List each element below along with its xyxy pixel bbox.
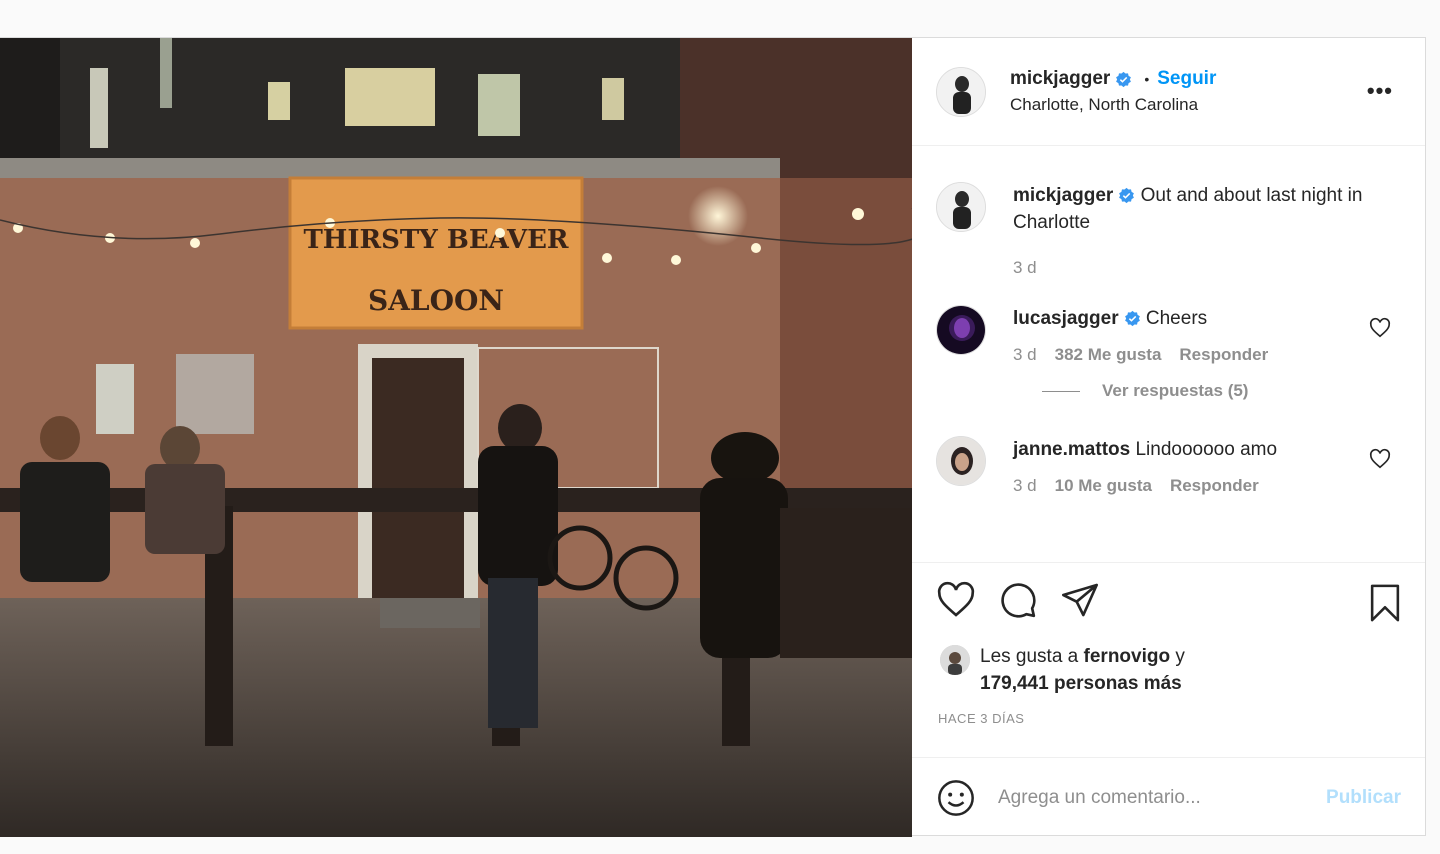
likes-suffix: y bbox=[1170, 646, 1185, 667]
sign-line1: THIRSTY BEAVER bbox=[303, 225, 568, 255]
header-text: mickjagger • Seguir Charlotte, North Car… bbox=[1010, 68, 1216, 115]
header-separator: • bbox=[1144, 71, 1150, 87]
like-heart-icon[interactable] bbox=[936, 580, 976, 620]
post-date[interactable]: HACE 3 DÍAS bbox=[912, 697, 1425, 757]
likes-summary: Les gusta a fernovigo y 179,441 personas… bbox=[912, 637, 1425, 697]
comment-icon[interactable] bbox=[998, 580, 1038, 620]
view-replies-label: Ver respuestas (5) bbox=[1102, 381, 1249, 400]
liker-avatar[interactable] bbox=[940, 645, 970, 675]
comment-item: janne.mattos Lindoooooo amo 3 d 10 Me gu… bbox=[936, 436, 1403, 496]
heart-icon[interactable] bbox=[1369, 317, 1391, 339]
comment-likes[interactable]: 382 Me gusta bbox=[1055, 345, 1162, 365]
author-avatar[interactable] bbox=[936, 66, 986, 117]
comment-avatar[interactable] bbox=[936, 305, 986, 355]
caption: mickjagger Out and about last night in C… bbox=[936, 182, 1403, 278]
author-username[interactable]: mickjagger bbox=[1010, 68, 1110, 90]
liker-avatar-image bbox=[940, 645, 970, 675]
comment-time[interactable]: 3 d bbox=[1013, 345, 1037, 365]
verified-icon bbox=[1116, 71, 1132, 87]
post-photo[interactable]: THIRSTY BEAVER SALOON bbox=[0, 38, 912, 837]
comment-text: janne.mattos Lindoooooo amo bbox=[1013, 436, 1393, 463]
comment-text: lucasjagger Cheers bbox=[1013, 305, 1393, 332]
likes-text: Les gusta a fernovigo y 179,441 personas… bbox=[980, 643, 1185, 697]
post-location[interactable]: Charlotte, North Carolina bbox=[1010, 95, 1216, 115]
smile-icon[interactable] bbox=[936, 778, 976, 818]
follow-button[interactable]: Seguir bbox=[1157, 68, 1216, 90]
reply-button[interactable]: Responder bbox=[1170, 476, 1259, 496]
likes-prefix: Les gusta a bbox=[980, 646, 1084, 667]
publish-button[interactable]: Publicar bbox=[1326, 787, 1401, 809]
saloon-photo: THIRSTY BEAVER SALOON bbox=[0, 38, 912, 837]
instagram-post: THIRSTY BEAVER SALOON mickjagger • Segui… bbox=[0, 37, 1426, 837]
caption-meta: 3 d bbox=[1013, 258, 1393, 278]
comment-likes[interactable]: 10 Me gusta bbox=[1055, 476, 1152, 496]
comment-time[interactable]: 3 d bbox=[1013, 476, 1037, 496]
liker-username[interactable]: fernovigo bbox=[1084, 646, 1171, 667]
comment-username[interactable]: janne.mattos bbox=[1013, 439, 1130, 460]
caption-avatar[interactable] bbox=[936, 182, 986, 232]
caption-text: mickjagger Out and about last night in C… bbox=[1013, 182, 1393, 236]
add-comment-bar: Agrega un comentario... Publicar bbox=[912, 757, 1425, 837]
caption-body: mickjagger Out and about last night in C… bbox=[1013, 182, 1393, 278]
comment-input[interactable]: Agrega un comentario... bbox=[998, 787, 1201, 809]
heart-icon[interactable] bbox=[1369, 448, 1391, 470]
comment-meta: 3 d 10 Me gusta Responder bbox=[1013, 476, 1393, 496]
sign-line2: SALOON bbox=[368, 284, 504, 317]
comments-section: mickjagger Out and about last night in C… bbox=[912, 146, 1425, 562]
author-avatar-image bbox=[937, 67, 985, 116]
comment-content: Lindoooooo amo bbox=[1135, 439, 1278, 460]
action-bar bbox=[912, 562, 1425, 637]
comment-avatar[interactable] bbox=[936, 436, 986, 486]
bookmark-icon[interactable] bbox=[1367, 583, 1403, 623]
replies-line bbox=[1042, 390, 1080, 392]
comment-item: lucasjagger Cheers 3 d 382 Me gusta Resp… bbox=[936, 305, 1403, 365]
comment-body: lucasjagger Cheers 3 d 382 Me gusta Resp… bbox=[1013, 305, 1393, 365]
post-header: mickjagger • Seguir Charlotte, North Car… bbox=[912, 38, 1425, 146]
comment-body: janne.mattos Lindoooooo amo 3 d 10 Me gu… bbox=[1013, 436, 1393, 496]
view-replies-button[interactable]: Ver respuestas (5) bbox=[1042, 381, 1403, 401]
caption-time[interactable]: 3 d bbox=[1013, 258, 1037, 278]
comment-avatar-image bbox=[937, 306, 985, 354]
caption-username[interactable]: mickjagger bbox=[1013, 185, 1113, 206]
comment-avatar-image bbox=[937, 437, 985, 485]
more-icon[interactable]: ••• bbox=[1367, 78, 1393, 104]
comment-content: Cheers bbox=[1145, 308, 1208, 329]
verified-icon bbox=[1124, 311, 1140, 327]
comment-username[interactable]: lucasjagger bbox=[1013, 308, 1119, 329]
caption-avatar-image bbox=[937, 183, 985, 231]
likes-others[interactable]: 179,441 personas más bbox=[980, 673, 1182, 694]
post-sidebar: mickjagger • Seguir Charlotte, North Car… bbox=[912, 38, 1425, 837]
share-icon[interactable] bbox=[1060, 580, 1100, 620]
comment-meta: 3 d 382 Me gusta Responder bbox=[1013, 345, 1393, 365]
reply-button[interactable]: Responder bbox=[1179, 345, 1268, 365]
verified-icon bbox=[1119, 188, 1135, 204]
